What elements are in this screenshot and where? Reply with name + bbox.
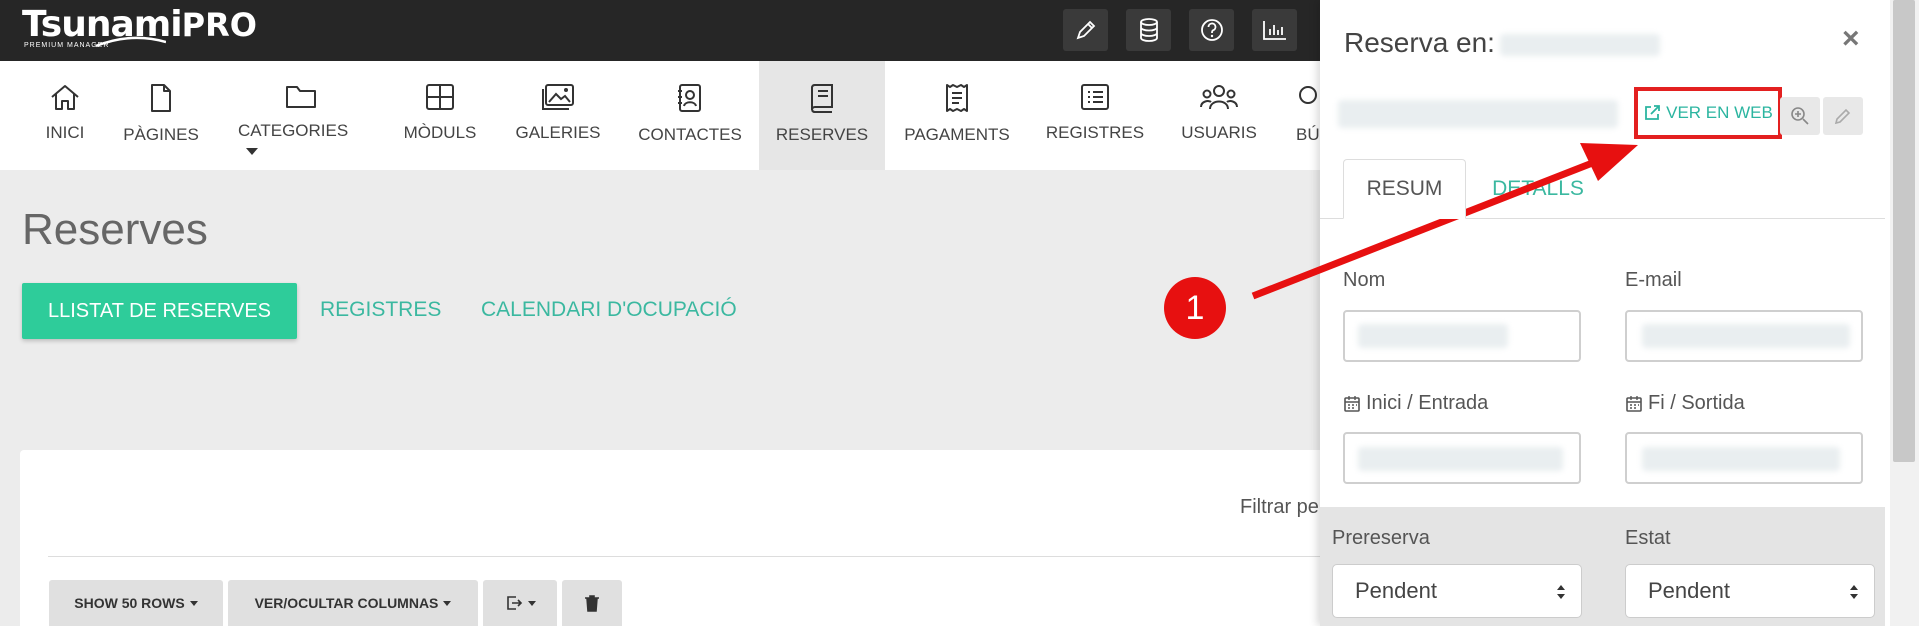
nav-item-pagaments[interactable]: PAGAMENTS [904, 61, 1010, 170]
estat-value: Pendent [1648, 578, 1730, 603]
blurred-email-value [1642, 324, 1850, 348]
receipt-icon [946, 84, 968, 112]
database-icon[interactable] [1126, 9, 1171, 51]
grid-icon [426, 84, 454, 110]
email-label: E-mail [1625, 269, 1682, 291]
fi-label-text: Fi / Sortida [1648, 392, 1745, 414]
nav-item-label: RESERVES [775, 125, 869, 144]
nom-label: Nom [1343, 269, 1386, 291]
book-icon [811, 84, 833, 113]
main-nav: INICI PÀGINES CATEGORIES MÒDULS GALERIES… [0, 61, 1320, 170]
nav-item-label: BÚ [1296, 125, 1320, 144]
search-icon [1299, 86, 1317, 104]
nav-item-label: USUARIS [1181, 123, 1257, 142]
fi-label: Fi / Sortida [1625, 392, 1745, 415]
toggle-columns-label: VER/OCULTAR COLUMNAS [254, 595, 439, 611]
ver-en-web-label: VER EN WEB [1666, 103, 1773, 122]
nav-item-label: CATEGORIES [238, 121, 363, 161]
prereserva-value: Pendent [1355, 578, 1437, 603]
chevron-down-icon [189, 600, 198, 606]
blurred-inici-value [1358, 447, 1563, 471]
tab-registres[interactable]: REGISTRES [320, 298, 441, 322]
card-divider [48, 556, 1340, 557]
nav-item-buscar[interactable]: BÚ [1296, 61, 1320, 170]
chevron-down-icon [443, 600, 452, 606]
nav-item-galeries[interactable]: GALERIES [515, 61, 601, 170]
zoom-in-icon [1791, 107, 1809, 125]
prereserva-label: Prereserva [1332, 527, 1430, 549]
prereserva-select[interactable]: Pendent [1332, 564, 1582, 618]
nav-item-pagines[interactable]: PÀGINES [123, 61, 199, 170]
updown-icon [1557, 585, 1565, 599]
nav-item-usuaris[interactable]: USUARIS [1181, 61, 1257, 170]
chevron-down-icon [527, 600, 536, 606]
help-icon[interactable] [1189, 9, 1234, 51]
chart-icon[interactable] [1252, 9, 1297, 51]
tab-resum[interactable]: RESUM [1343, 159, 1466, 219]
nav-item-moduls[interactable]: MÒDULS [403, 61, 477, 170]
nav-item-label: INICI [45, 123, 85, 142]
calendar-icon [1626, 395, 1642, 412]
show-rows-button[interactable]: SHOW 50 ROWS [49, 580, 223, 626]
close-icon[interactable]: × [1842, 22, 1860, 56]
blurred-fi-value [1642, 447, 1840, 471]
nav-item-categories[interactable]: CATEGORIES [238, 61, 363, 170]
estat-label: Estat [1625, 527, 1671, 549]
tab-detalls[interactable]: DETALLS [1488, 159, 1588, 219]
edit-button[interactable] [1823, 97, 1863, 135]
delete-button[interactable] [562, 580, 622, 626]
folder-icon [285, 86, 316, 108]
nav-item-label: CONTACTES [638, 125, 742, 144]
export-icon [506, 596, 522, 610]
estat-select[interactable]: Pendent [1625, 564, 1875, 618]
blurred-nom-value [1358, 324, 1508, 348]
zoom-button[interactable] [1780, 97, 1820, 135]
nav-item-reserves[interactable]: RESERVES [759, 61, 885, 170]
nav-item-label: GALERIES [515, 123, 601, 142]
tab-llistat-reserves[interactable]: LLISTAT DE RESERVES [22, 283, 297, 339]
calendar-icon [1344, 395, 1360, 412]
panel-scroll-thumb[interactable] [1893, 0, 1915, 462]
inici-label: Inici / Entrada [1343, 392, 1488, 415]
nav-item-registres[interactable]: REGISTRES [1046, 61, 1144, 170]
logo-swoosh-icon [96, 36, 166, 48]
nav-item-inici[interactable]: INICI [40, 61, 90, 170]
inici-label-text: Inici / Entrada [1366, 392, 1489, 414]
nav-item-contactes[interactable]: CONTACTES [638, 61, 742, 170]
gallery-icon [542, 84, 574, 110]
export-button[interactable] [483, 580, 557, 626]
nav-item-label: PAGAMENTS [904, 125, 1010, 144]
pencil-icon[interactable] [1063, 9, 1108, 51]
blurred-site-name [1500, 34, 1660, 56]
ver-en-web-button[interactable]: VER EN WEB [1634, 87, 1782, 139]
toggle-columns-button[interactable]: VER/OCULTAR COLUMNAS [228, 580, 478, 626]
contacts-icon [678, 84, 701, 112]
list-icon [1081, 84, 1109, 110]
trash-icon [585, 595, 599, 612]
tab-calendari-ocupacio[interactable]: CALENDARI D'OCUPACIÓ [481, 298, 737, 322]
page-title: Reserves [22, 205, 208, 254]
external-link-icon [1645, 105, 1661, 120]
annotation-marker: 1 [1164, 277, 1226, 339]
show-rows-label: SHOW 50 ROWS [74, 595, 185, 611]
panel-title: Reserva en: [1344, 27, 1495, 58]
brand-suffix: PRO [181, 6, 257, 44]
blurred-reference [1338, 100, 1618, 128]
nav-item-label: MÒDULS [403, 123, 477, 142]
nav-item-label: PÀGINES [123, 125, 199, 144]
page-icon [151, 84, 171, 112]
updown-icon [1850, 585, 1858, 599]
chevron-down-icon [246, 148, 258, 156]
users-icon [1200, 85, 1238, 110]
filter-label: Filtrar pe [1240, 496, 1319, 518]
nav-item-label: REGISTRES [1045, 123, 1145, 142]
pencil-icon [1834, 108, 1851, 125]
home-icon [51, 85, 79, 110]
